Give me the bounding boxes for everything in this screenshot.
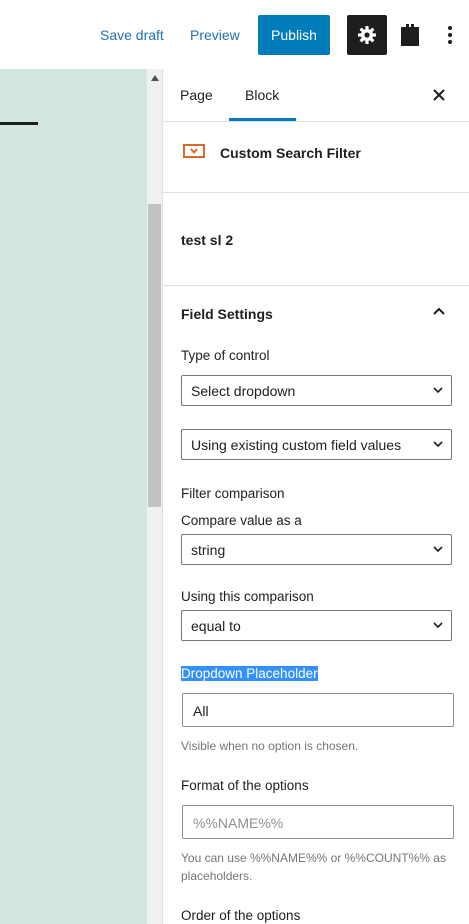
- scroll-up-arrow-icon[interactable]: [151, 75, 159, 81]
- close-icon[interactable]: [431, 87, 447, 103]
- comparison-label: Using this comparison: [181, 589, 314, 604]
- placeholder-input[interactable]: All: [182, 693, 454, 727]
- type-of-control-label: Type of control: [181, 348, 270, 363]
- compare-as-select[interactable]: string: [181, 534, 452, 565]
- chevron-down-icon: [433, 546, 443, 553]
- format-input-placeholder: %%NAME%%: [193, 815, 284, 831]
- type-of-control-select[interactable]: Select dropdown: [181, 375, 452, 406]
- publish-button[interactable]: Publish: [258, 15, 330, 55]
- format-input[interactable]: %%NAME%%: [182, 805, 454, 839]
- more-options-icon[interactable]: [444, 22, 456, 48]
- block-name: Custom Search Filter: [220, 145, 361, 161]
- chevron-down-icon: [433, 441, 443, 448]
- chevron-down-icon: [433, 622, 443, 629]
- filter-comparison-label: Filter comparison: [181, 486, 285, 501]
- settings-sidebar: Page Block Custom Search Filter test sl …: [162, 69, 469, 924]
- plugin-icon[interactable]: [398, 22, 422, 48]
- scroll-thumb[interactable]: [148, 204, 161, 507]
- type-of-control-value: Select dropdown: [191, 383, 296, 399]
- placeholder-label: Dropdown Placeholder: [181, 666, 318, 681]
- gear-icon: [358, 26, 376, 44]
- preview-button[interactable]: Preview: [190, 27, 240, 43]
- sidebar-tabs: Page Block: [163, 69, 469, 122]
- block-title: test sl 2: [181, 232, 234, 248]
- save-draft-button[interactable]: Save draft: [100, 27, 164, 43]
- format-label: Format of the options: [181, 778, 309, 793]
- settings-button[interactable]: [347, 15, 387, 55]
- tab-block[interactable]: Block: [245, 87, 279, 103]
- placeholder-help: Visible when no option is chosen.: [181, 739, 359, 753]
- comparison-select[interactable]: equal to: [181, 610, 452, 641]
- editor-toolbar: Save draft Preview Publish: [0, 0, 469, 70]
- order-label: Order of the options: [181, 908, 301, 923]
- value-source-value: Using existing custom field values: [191, 437, 402, 453]
- chevron-down-icon: [433, 387, 443, 394]
- dropdown-block-icon: [183, 144, 205, 158]
- value-source-select[interactable]: Using existing custom field values: [181, 429, 452, 460]
- block-title-section: test sl 2: [163, 192, 469, 286]
- comparison-value: equal to: [191, 618, 241, 634]
- compare-as-label: Compare value as a: [181, 513, 302, 528]
- compare-as-value: string: [191, 542, 226, 558]
- editor-canvas[interactable]: [0, 69, 146, 924]
- format-help: You can use %%NAME%% or %%COUNT%% as pla…: [181, 851, 446, 883]
- placeholder-input-value: All: [193, 703, 209, 719]
- field-settings-title[interactable]: Field Settings: [181, 306, 273, 322]
- canvas-scrollbar[interactable]: [146, 69, 163, 924]
- chevron-up-icon[interactable]: [432, 304, 446, 318]
- canvas-divider: [0, 122, 38, 125]
- tab-page[interactable]: Page: [180, 87, 213, 103]
- block-card: Custom Search Filter: [163, 121, 469, 193]
